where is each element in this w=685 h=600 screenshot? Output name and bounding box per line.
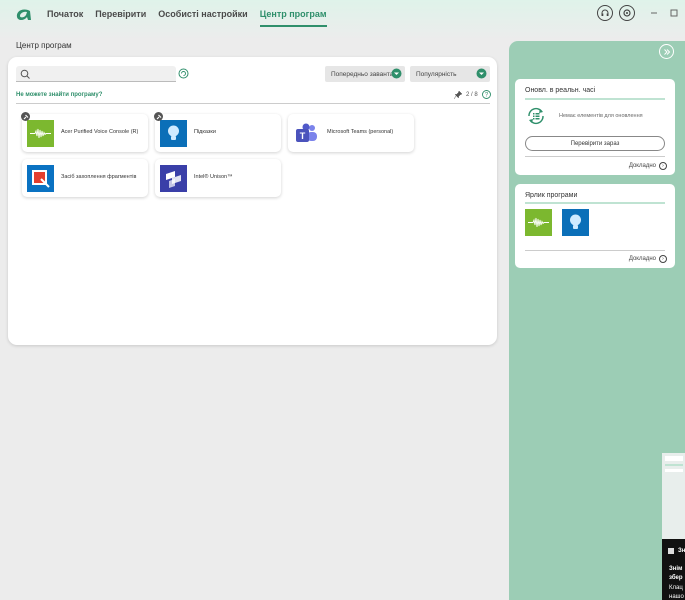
voice-wave-icon[interactable] xyxy=(525,209,552,236)
title-underline xyxy=(525,202,665,204)
tab-check[interactable]: Перевірити xyxy=(95,9,146,27)
app-tile-snipping-tool[interactable]: Засіб захоплення фрагментів xyxy=(22,159,148,197)
app-tile-microsoft-teams[interactable]: T Microsoft Teams (personal) xyxy=(288,114,414,152)
app-tile-label: Acer Purified Voice Console (R) xyxy=(61,129,139,135)
collapse-panel-icon[interactable] xyxy=(659,44,674,59)
popularity-dropdown[interactable]: Популярність xyxy=(410,66,490,82)
app-list-card: Попередньо завантаж. Популярність Не мож… xyxy=(8,57,497,345)
more-link-label: Докладно xyxy=(628,256,656,262)
check-now-button[interactable]: Перевірити зараз xyxy=(525,136,665,151)
unison-icon xyxy=(160,165,187,192)
title-underline xyxy=(525,98,665,100)
minimize-icon[interactable] xyxy=(647,6,661,20)
sync-icon xyxy=(528,107,544,125)
app-tile-label: Intel® Unison™ xyxy=(194,174,233,180)
chevron-right-icon: › xyxy=(659,255,667,263)
lightbulb-icon xyxy=(160,120,187,147)
refresh-icon[interactable] xyxy=(178,68,189,79)
search-box xyxy=(16,66,176,85)
headset-icon[interactable] xyxy=(597,5,613,21)
settings-icon[interactable] xyxy=(619,5,635,21)
preinstalled-label: Попередньо завантаж. xyxy=(331,70,400,78)
live-updates-card: Оновл. в реальн. часі Немає елементів дл… xyxy=(515,79,675,175)
voice-wave-icon xyxy=(27,120,54,147)
notification-thumbnail[interactable]: Знім Знім збер Клац нашо xyxy=(662,453,685,600)
cant-find-app-link[interactable]: Не можете знайти програму? xyxy=(16,92,102,98)
search-icon xyxy=(20,69,30,79)
app-window: Початок Перевірити Особисті настройки Це… xyxy=(0,0,685,600)
divider xyxy=(525,250,665,251)
pinned-counter: 2 / 8 ? xyxy=(454,90,491,99)
updates-more-link[interactable]: Докладно › xyxy=(629,162,667,170)
more-link-label: Докладно xyxy=(628,163,656,169)
app-tile-acer-purified-voice[interactable]: Acer Purified Voice Console (R) xyxy=(21,112,148,152)
app-tile-intel-unison[interactable]: Intel® Unison™ xyxy=(155,159,281,197)
app-shortcuts-card: Ярлик програми Докладно › xyxy=(515,184,675,268)
snipping-tool-icon xyxy=(27,165,54,192)
teams-icon: T xyxy=(296,123,317,142)
top-bar: Початок Перевірити Особисті настройки Це… xyxy=(0,0,685,34)
tab-app-center[interactable]: Центр програм xyxy=(259,9,327,27)
acer-logo-icon xyxy=(16,9,31,20)
svg-text:T: T xyxy=(300,131,306,141)
side-panel: Оновл. в реальн. часі Немає елементів дл… xyxy=(509,41,685,600)
search-input[interactable] xyxy=(16,70,176,85)
pin-icon xyxy=(21,112,30,121)
tab-personal-settings[interactable]: Особисті настройки xyxy=(158,9,247,27)
pinned-count: 2 / 8 xyxy=(466,91,478,98)
shortcuts-title: Ярлик програми xyxy=(525,192,578,199)
thumbnail-line2: збер xyxy=(669,575,683,581)
app-tile-label: Підказки xyxy=(194,129,216,135)
help-icon[interactable]: ? xyxy=(481,90,491,99)
pin-icon xyxy=(154,112,163,121)
thumbnail-line3: Клац xyxy=(669,585,683,591)
page-title: Центр програм xyxy=(16,41,72,50)
thumbnail-line1: Знім xyxy=(678,548,685,554)
thumbnail-line4: нашо xyxy=(669,594,684,600)
thumbnail-preview xyxy=(662,453,685,539)
chevron-down-icon xyxy=(391,68,402,79)
divider xyxy=(16,103,490,104)
pin-icon xyxy=(454,90,462,99)
divider xyxy=(525,156,665,157)
chevron-right-icon: › xyxy=(659,162,667,170)
window-controls xyxy=(597,5,685,21)
tab-home[interactable]: Початок xyxy=(47,9,83,27)
app-tile-tips[interactable]: Підказки xyxy=(154,112,281,152)
app-tile-label: Microsoft Teams (personal) xyxy=(327,129,394,135)
main-nav: Початок Перевірити Особисті настройки Це… xyxy=(47,9,327,27)
thumbnail-line1: Знім xyxy=(669,566,683,572)
live-updates-title: Оновл. в реальн. часі xyxy=(525,87,596,94)
shortcuts-more-link[interactable]: Докладно › xyxy=(629,255,667,263)
chevron-down-icon xyxy=(476,68,487,79)
popularity-label: Популярність xyxy=(416,70,457,78)
maximize-icon[interactable] xyxy=(667,6,681,20)
lightbulb-icon[interactable] xyxy=(562,209,589,236)
no-updates-text: Немає елементів для оновлення xyxy=(559,113,643,119)
preinstalled-dropdown[interactable]: Попередньо завантаж. xyxy=(325,66,405,82)
snip-icon xyxy=(668,548,674,554)
app-tile-label: Засіб захоплення фрагментів xyxy=(61,174,137,180)
